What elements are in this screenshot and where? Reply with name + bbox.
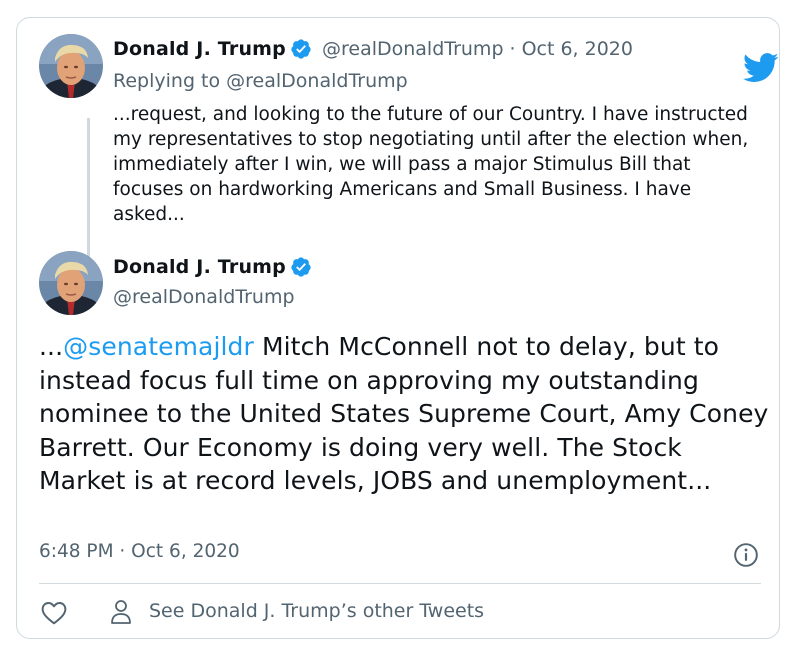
verified-badge-icon xyxy=(291,257,311,277)
see-other-tweets-link[interactable]: See Donald J. Trump’s other Tweets xyxy=(149,600,484,622)
avatar-image xyxy=(39,251,103,315)
author-handle[interactable]: @realDonaldTrump xyxy=(113,286,295,308)
tweet-timestamp[interactable]: 6:48 PM · Oct 6, 2020 xyxy=(39,541,240,562)
verified-badge-icon xyxy=(291,39,311,59)
text-prefix: ... xyxy=(39,332,64,361)
mention-link[interactable]: @senatemajldr xyxy=(63,332,254,361)
main-tweet-text: ...@senatemajldr Mitch McConnell not to … xyxy=(39,330,769,498)
avatar[interactable] xyxy=(39,251,103,315)
tweet-date[interactable]: Oct 6, 2020 xyxy=(522,38,633,60)
avatar[interactable] xyxy=(39,34,103,98)
thread-line xyxy=(87,118,90,258)
main-header: Donald J. Trump xyxy=(113,256,312,278)
parent-tweet-body: ...request, and looking to the future of… xyxy=(113,104,749,225)
avatar-image xyxy=(39,34,103,98)
author-name[interactable]: Donald J. Trump xyxy=(113,38,286,60)
info-icon[interactable] xyxy=(733,542,759,568)
heart-icon[interactable] xyxy=(41,601,67,625)
person-icon xyxy=(111,600,131,624)
separator: · xyxy=(509,38,516,60)
parent-tweet-text: ...request, and looking to the future of… xyxy=(113,102,763,227)
divider xyxy=(39,583,761,584)
embedded-tweet-card: Donald J. Trump @realDonaldTrump · Oct 6… xyxy=(16,17,780,639)
replying-to[interactable]: Replying to @realDonaldTrump xyxy=(113,70,408,92)
author-handle[interactable]: @realDonaldTrump xyxy=(322,38,504,60)
author-name[interactable]: Donald J. Trump xyxy=(113,256,286,278)
twitter-bird-icon[interactable] xyxy=(743,53,779,83)
parent-header: Donald J. Trump @realDonaldTrump · Oct 6… xyxy=(113,38,633,60)
